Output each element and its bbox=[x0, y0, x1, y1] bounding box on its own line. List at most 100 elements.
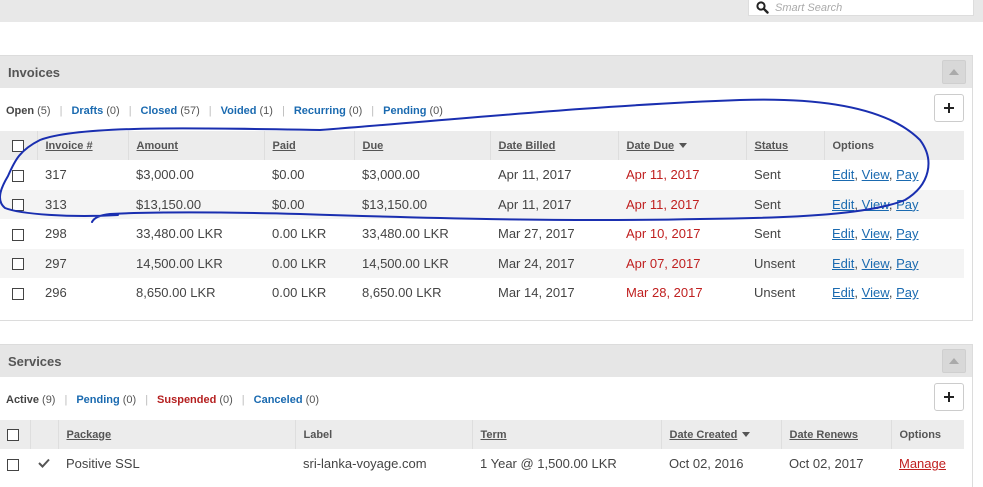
invoice-options: Edit, View, Pay bbox=[832, 226, 919, 242]
table-row: 298 33,480.00 LKR 0.00 LKR 33,480.00 LKR… bbox=[0, 219, 964, 249]
divider: | bbox=[241, 394, 245, 406]
filter-recurring[interactable]: Recurring (0) bbox=[294, 105, 362, 117]
invoice-date-due: Apr 11, 2017 bbox=[626, 167, 700, 183]
table-row: 296 8,650.00 LKR 0.00 LKR 8,650.00 LKR M… bbox=[0, 278, 964, 308]
add-invoice-button[interactable] bbox=[934, 94, 964, 122]
collapse-services-button[interactable] bbox=[942, 349, 966, 373]
col-date-due[interactable]: Date Due bbox=[618, 131, 747, 160]
invoices-title: Invoices bbox=[8, 64, 61, 80]
col-status[interactable]: Status bbox=[746, 131, 825, 160]
invoice-paid: 0.00 LKR bbox=[272, 226, 327, 242]
plus-icon bbox=[944, 392, 954, 402]
col-amount[interactable]: Amount bbox=[128, 131, 265, 160]
invoice-number: 317 bbox=[45, 167, 67, 183]
pay-link[interactable]: Pay bbox=[896, 197, 918, 212]
filter-canceled[interactable]: Canceled (0) bbox=[254, 394, 319, 406]
invoice-due: $3,000.00 bbox=[362, 167, 420, 183]
divider: | bbox=[281, 105, 285, 117]
table-header-row: Invoice # Amount Paid Due Date Billed Da… bbox=[0, 131, 964, 160]
filter-pending[interactable]: Pending (0) bbox=[383, 105, 443, 117]
pay-link[interactable]: Pay bbox=[896, 226, 918, 241]
invoice-date-due: Apr 11, 2017 bbox=[618, 189, 746, 219]
invoice-paid: 0.00 LKR bbox=[272, 285, 327, 301]
page: Invoices Open(5) | Drafts(0) | Closed(57… bbox=[0, 0, 983, 487]
invoice-options: Edit, View, Pay bbox=[824, 248, 964, 278]
col-date-created[interactable]: Date Created bbox=[661, 420, 782, 449]
row-checkbox[interactable] bbox=[12, 258, 24, 271]
pay-link[interactable]: Pay bbox=[896, 256, 918, 271]
chevron-up-icon bbox=[949, 69, 959, 75]
col-options: Options bbox=[891, 420, 964, 449]
chevron-up-icon bbox=[949, 358, 959, 364]
invoice-paid: $0.00 bbox=[272, 167, 305, 183]
service-date-created: Oct 02, 2016 bbox=[669, 456, 744, 472]
search-input[interactable] bbox=[775, 1, 965, 14]
filter-active[interactable]: Active (9) bbox=[6, 394, 55, 406]
row-checkbox[interactable] bbox=[12, 287, 24, 300]
edit-link[interactable]: Edit bbox=[832, 167, 854, 182]
col-date-billed[interactable]: Date Billed bbox=[490, 131, 619, 160]
invoice-due: 8,650.00 LKR bbox=[362, 285, 442, 301]
filter-closed[interactable]: Closed (57) bbox=[141, 105, 200, 117]
top-bar bbox=[0, 0, 983, 22]
edit-link[interactable]: Edit bbox=[832, 226, 854, 241]
col-options: Options bbox=[824, 131, 964, 160]
invoice-amount: $13,150.00 bbox=[128, 189, 264, 219]
invoices-table: Invoice # Amount Paid Due Date Billed Da… bbox=[0, 131, 964, 308]
row-checkbox[interactable] bbox=[12, 199, 24, 212]
edit-link[interactable]: Edit bbox=[832, 285, 854, 300]
select-all-checkbox[interactable] bbox=[7, 428, 19, 441]
sort-desc-icon bbox=[679, 143, 688, 149]
col-due[interactable]: Due bbox=[354, 131, 491, 160]
collapse-invoices-button[interactable] bbox=[942, 60, 966, 84]
plus-icon bbox=[944, 103, 954, 113]
divider: | bbox=[128, 105, 132, 117]
smart-search[interactable] bbox=[748, 0, 974, 16]
filter-drafts[interactable]: Drafts (0) bbox=[71, 105, 119, 117]
invoice-number: 297 bbox=[37, 248, 128, 278]
invoice-options: Edit, View, Pay bbox=[832, 167, 919, 183]
services-header: Services bbox=[0, 345, 972, 377]
services-table: Package Label Term Date Created Date Ren… bbox=[0, 420, 964, 479]
service-term: 1 Year @ 1,500.00 LKR bbox=[480, 456, 617, 472]
filter-open[interactable]: Open (5) bbox=[6, 105, 51, 117]
filter-suspended[interactable]: Suspended (0) bbox=[157, 394, 233, 406]
select-all-checkbox-cell[interactable] bbox=[0, 131, 38, 160]
row-checkbox[interactable] bbox=[7, 458, 19, 471]
invoice-date-billed: Apr 11, 2017 bbox=[490, 189, 618, 219]
filter-voided[interactable]: Voided (1) bbox=[221, 105, 273, 117]
col-paid[interactable]: Paid bbox=[264, 131, 355, 160]
view-link[interactable]: View bbox=[862, 197, 889, 212]
select-all-checkbox[interactable] bbox=[12, 139, 24, 152]
invoice-date-billed: Mar 14, 2017 bbox=[498, 285, 575, 301]
col-date-renews[interactable]: Date Renews bbox=[781, 420, 892, 449]
invoice-options: Edit, View, Pay bbox=[824, 189, 964, 219]
view-link[interactable]: View bbox=[862, 285, 889, 300]
service-package: Positive SSL bbox=[66, 456, 140, 472]
edit-link[interactable]: Edit bbox=[832, 197, 854, 212]
row-checkbox[interactable] bbox=[12, 169, 24, 182]
view-link[interactable]: View bbox=[862, 167, 889, 182]
pay-link[interactable]: Pay bbox=[896, 285, 918, 300]
manage-link[interactable]: Manage bbox=[899, 456, 946, 471]
invoice-date-due: Apr 10, 2017 bbox=[626, 226, 701, 242]
select-all-checkbox-cell[interactable] bbox=[0, 420, 31, 449]
pay-link[interactable]: Pay bbox=[896, 167, 918, 182]
invoice-paid: $0.00 bbox=[264, 189, 354, 219]
invoice-due: 14,500.00 LKR bbox=[354, 248, 490, 278]
row-checkbox[interactable] bbox=[12, 228, 24, 241]
col-invoice-number[interactable]: Invoice # bbox=[37, 131, 129, 160]
search-icon[interactable] bbox=[749, 1, 775, 14]
add-service-button[interactable] bbox=[934, 383, 964, 411]
table-header-row: Package Label Term Date Created Date Ren… bbox=[0, 420, 964, 449]
col-package[interactable]: Package bbox=[58, 420, 296, 449]
filter-pending[interactable]: Pending (0) bbox=[76, 394, 136, 406]
edit-link[interactable]: Edit bbox=[832, 256, 854, 271]
view-link[interactable]: View bbox=[862, 256, 889, 271]
invoice-paid: 0.00 LKR bbox=[264, 248, 354, 278]
invoice-number: 298 bbox=[45, 226, 67, 242]
table-row: Positive SSL sri-lanka-voyage.com 1 Year… bbox=[0, 449, 964, 479]
invoice-status: Unsent bbox=[746, 248, 824, 278]
col-term[interactable]: Term bbox=[472, 420, 662, 449]
view-link[interactable]: View bbox=[862, 226, 889, 241]
